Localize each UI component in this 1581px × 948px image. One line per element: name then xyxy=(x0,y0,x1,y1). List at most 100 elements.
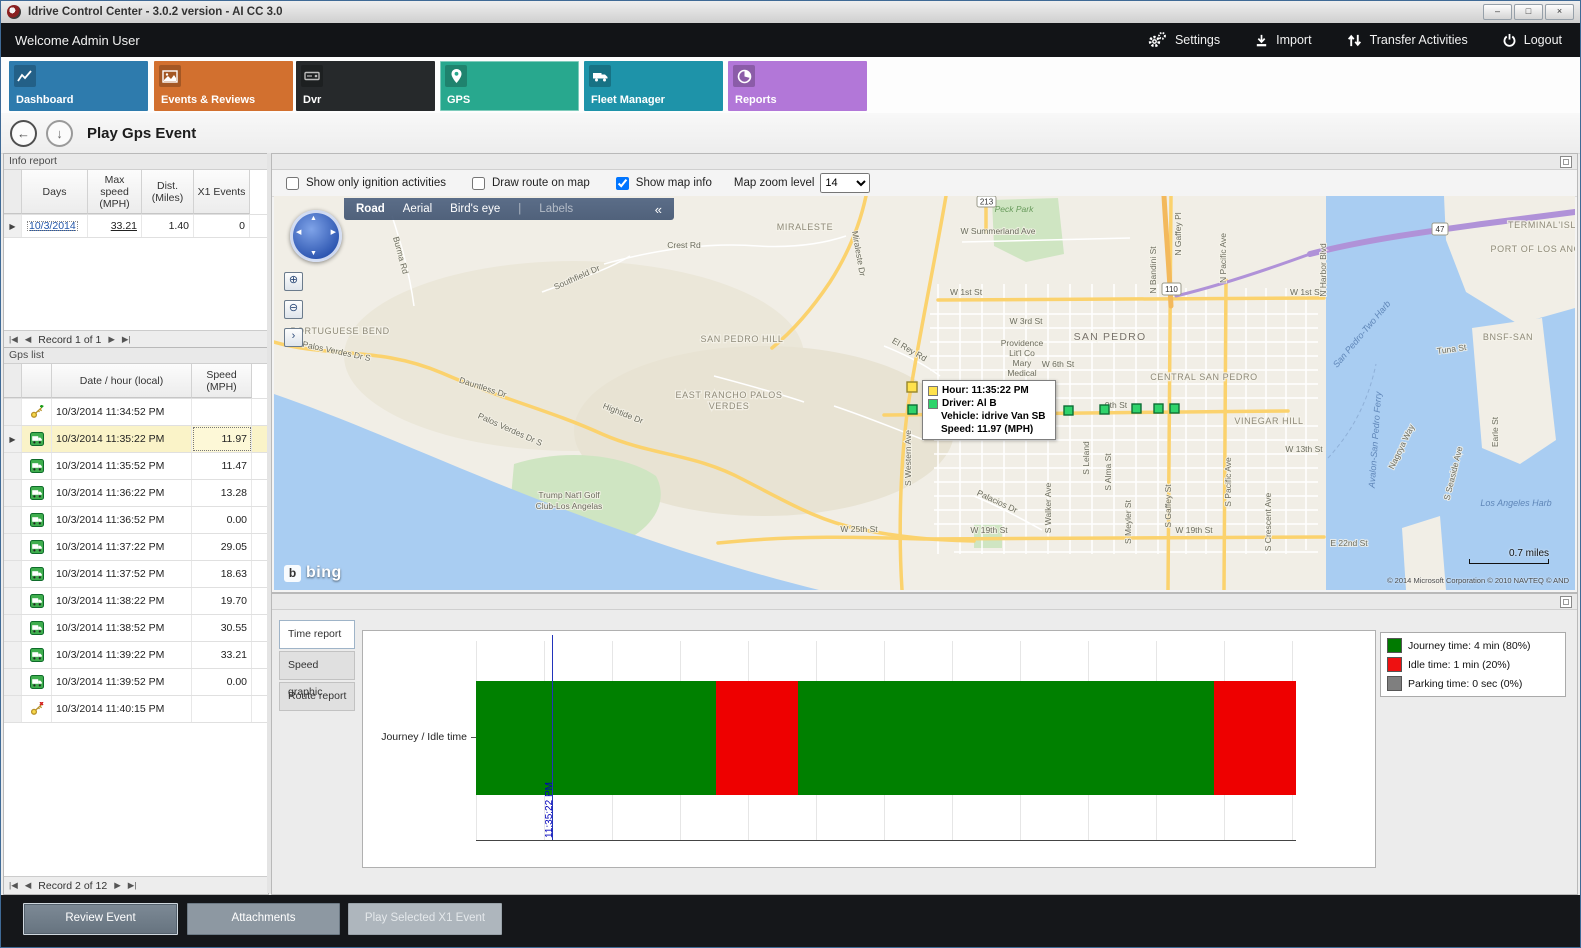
selected-point-swatch xyxy=(928,386,938,396)
tab-dvr[interactable]: Dvr xyxy=(296,61,435,111)
dist-cell: 1.40 xyxy=(142,215,194,237)
transfer-activities-button[interactable]: Transfer Activities xyxy=(1346,33,1468,48)
gps-row[interactable]: 10/3/2014 11:36:22 PM 13.28 xyxy=(4,480,268,507)
map-zoom-select[interactable]: 14 xyxy=(820,173,870,193)
info-report-title: Info report xyxy=(4,154,268,170)
photo-icon xyxy=(159,65,181,87)
gps-row[interactable]: 10/3/2014 11:34:52 PM xyxy=(4,399,268,426)
gps-row[interactable]: 10/3/2014 11:36:52 PM 0.00 xyxy=(4,507,268,534)
gears-icon xyxy=(1147,31,1168,49)
tab-label: Events & Reviews xyxy=(161,94,255,106)
ignition-filter-checkbox[interactable] xyxy=(286,177,299,190)
pager-first-button[interactable]: |◀ xyxy=(9,880,18,891)
gps-row[interactable]: 10/3/2014 11:40:15 PM xyxy=(4,696,268,723)
pager-last-button[interactable]: ▶| xyxy=(128,880,137,891)
zoom-out-button[interactable]: ⊖ xyxy=(284,300,303,319)
vehicle-gps-icon xyxy=(22,561,52,587)
chart-cursor[interactable]: 11:35:22 PM xyxy=(552,635,553,840)
tab-label: Dvr xyxy=(303,94,321,106)
gps-selected-point-marker[interactable] xyxy=(907,382,917,392)
map-compass[interactable]: ▲ ▼ ◀ ▶ xyxy=(290,210,342,262)
tab-fleet-manager[interactable]: Fleet Manager xyxy=(584,61,723,111)
vehicle-gps-icon xyxy=(22,480,52,506)
gps-point-marker[interactable] xyxy=(1064,406,1073,415)
tab-gps[interactable]: GPS xyxy=(440,61,579,111)
gps-datetime-cell: 10/3/2014 11:37:22 PM xyxy=(52,534,192,560)
down-button[interactable]: ↓ xyxy=(46,120,73,147)
pager-last-button[interactable]: ▶| xyxy=(122,334,131,345)
row-marker xyxy=(4,453,22,479)
pager-prev-button[interactable]: ◀ xyxy=(25,880,32,891)
days-cell[interactable]: 10/3/2014 xyxy=(22,215,88,237)
gps-row[interactable]: 10/3/2014 11:37:52 PM 18.63 xyxy=(4,561,268,588)
import-button[interactable]: Import xyxy=(1254,33,1311,48)
logout-button[interactable]: Logout xyxy=(1502,33,1562,48)
settings-button[interactable]: Settings xyxy=(1147,31,1220,49)
info-report-row[interactable]: ▶ 10/3/2014 33.21 1.40 0 xyxy=(4,215,268,238)
welcome-text: Welcome Admin User xyxy=(15,33,140,48)
pager-first-button[interactable]: |◀ xyxy=(9,334,18,345)
back-button[interactable]: ← xyxy=(10,120,37,147)
gps-point-marker[interactable] xyxy=(908,405,917,414)
gps-row[interactable]: 10/3/2014 11:38:22 PM 19.70 xyxy=(4,588,268,615)
gps-speed-cell: 18.63 xyxy=(192,561,252,587)
map-style-aerial[interactable]: Aerial xyxy=(403,203,432,215)
time-chart-frame: Journey / Idle time 11:35:22 PM xyxy=(362,630,1376,868)
col-speed[interactable]: Speed (MPH) xyxy=(192,364,252,398)
tab-time-report[interactable]: Time report xyxy=(279,620,355,649)
map-bar-collapse-button[interactable]: « xyxy=(655,202,662,217)
chart-panel-header xyxy=(272,594,1577,610)
col-days[interactable]: Days xyxy=(22,170,88,214)
gps-row[interactable]: 10/3/2014 11:38:52 PM 30.55 xyxy=(4,615,268,642)
gps-row[interactable]: 10/3/2014 11:39:52 PM 0.00 xyxy=(4,669,268,696)
pager-next-button[interactable]: ▶ xyxy=(108,334,115,345)
map-style-birdseye[interactable]: Bird's eye xyxy=(450,203,500,215)
compass-east-icon: ▶ xyxy=(331,228,336,236)
gps-row[interactable]: 10/3/2014 11:35:52 PM 11.47 xyxy=(4,453,268,480)
draw-route-checkbox[interactable] xyxy=(472,177,485,190)
play-selected-x1-event-button[interactable]: Play Selected X1 Event xyxy=(348,903,502,935)
date-link[interactable]: 10/3/2014 xyxy=(26,220,79,232)
gps-row-selected[interactable]: ▶ 10/3/2014 11:35:22 PM 11.97 xyxy=(4,426,268,453)
tab-dashboard[interactable]: Dashboard xyxy=(9,61,148,111)
review-event-button[interactable]: Review Event xyxy=(23,903,178,935)
draw-route-label: Draw route on map xyxy=(492,177,590,189)
tab-speed-graphic[interactable]: Speed graphic xyxy=(279,651,355,680)
gps-point-marker[interactable] xyxy=(1132,404,1141,413)
col-max-speed[interactable]: Max speed (MPH) xyxy=(88,170,142,214)
row-marker xyxy=(4,534,22,560)
map-style-road[interactable]: Road xyxy=(356,203,385,215)
pager-next-button[interactable]: ▶ xyxy=(114,880,121,891)
maximize-button[interactable]: □ xyxy=(1514,4,1543,20)
gps-row[interactable]: 10/3/2014 11:39:22 PM 33.21 xyxy=(4,642,268,669)
attachments-button[interactable]: Attachments xyxy=(187,903,340,935)
gps-point-marker[interactable] xyxy=(1154,404,1163,413)
map-label: W 1st St xyxy=(950,287,983,297)
vehicle-gps-icon xyxy=(22,642,52,668)
collapse-panel-button[interactable] xyxy=(1560,156,1572,168)
close-button[interactable]: × xyxy=(1545,4,1574,20)
map-label: S Crescent Ave xyxy=(1263,493,1273,552)
pager-prev-button[interactable]: ◀ xyxy=(25,334,32,345)
gps-point-marker[interactable] xyxy=(1100,405,1109,414)
map-label: N Pacific Ave xyxy=(1218,233,1228,283)
map-style-labels[interactable]: Labels xyxy=(539,203,573,215)
gps-datetime-cell: 10/3/2014 11:38:22 PM xyxy=(52,588,192,614)
tab-reports[interactable]: Reports xyxy=(728,61,867,111)
map-label: Vinegar Hill xyxy=(1234,416,1303,426)
gps-speed-cell: 13.28 xyxy=(192,480,252,506)
collapse-panel-button[interactable] xyxy=(1560,596,1572,608)
pan-right-button[interactable]: › xyxy=(284,328,303,347)
gps-point-marker[interactable] xyxy=(1170,404,1179,413)
tab-events-reviews[interactable]: Events & Reviews xyxy=(154,61,293,111)
zoom-in-button[interactable]: ⊕ xyxy=(284,272,303,291)
map[interactable]: Miraleste Peck Park Portuguese Bend San … xyxy=(274,196,1575,590)
col-x1-events[interactable]: X1 Events xyxy=(194,170,250,214)
show-map-info-checkbox[interactable] xyxy=(616,177,629,190)
col-dist[interactable]: Dist. (Miles) xyxy=(142,170,194,214)
minimize-button[interactable]: – xyxy=(1483,4,1512,20)
gps-speed-cell: 30.55 xyxy=(192,615,252,641)
col-datetime[interactable]: Date / hour (local) xyxy=(52,364,192,398)
tab-route-report[interactable]: Route report xyxy=(279,682,355,711)
gps-row[interactable]: 10/3/2014 11:37:22 PM 29.05 xyxy=(4,534,268,561)
